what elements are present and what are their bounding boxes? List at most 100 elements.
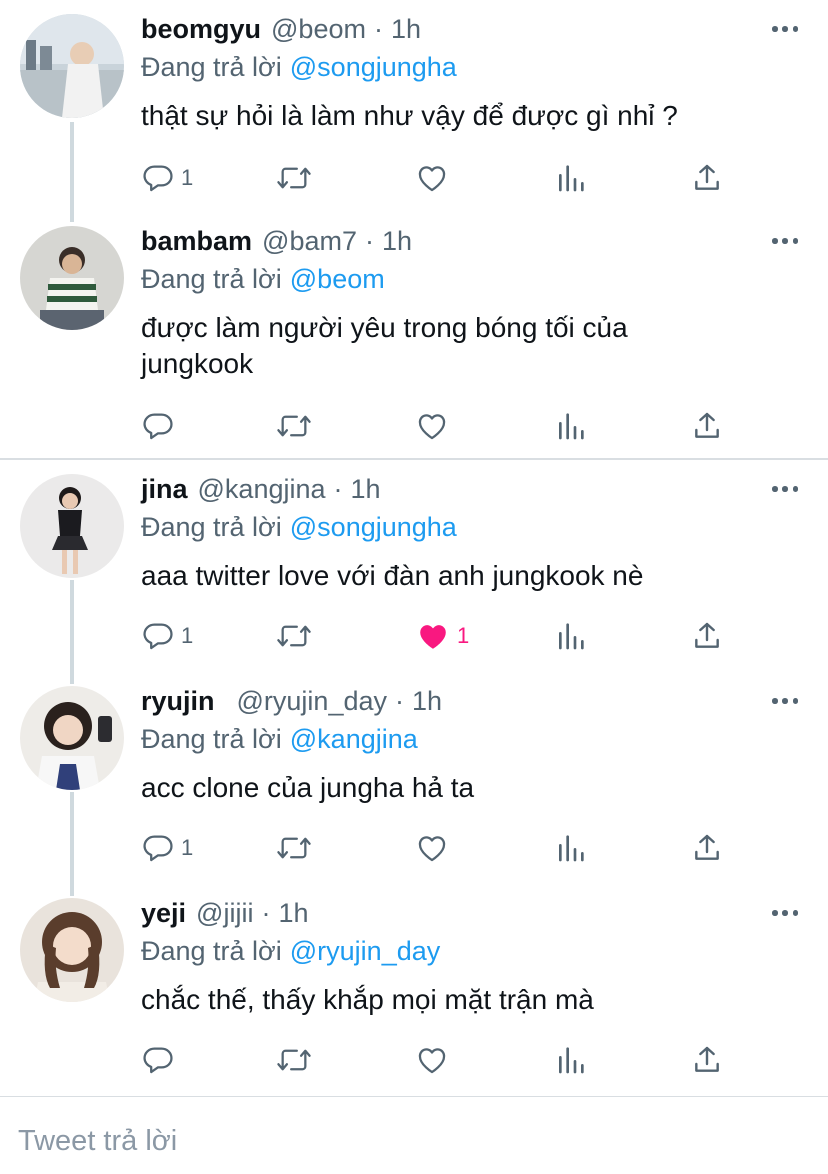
mention-link[interactable]: @beom [290, 264, 385, 294]
like-icon [420, 625, 446, 649]
analytics-button[interactable] [555, 828, 587, 868]
like-button[interactable] [415, 158, 449, 198]
action-bar: 1 1 [141, 616, 741, 656]
mention-link[interactable]: @songjungha [290, 512, 457, 542]
author-name[interactable]: yeji [141, 898, 186, 929]
retweet-button[interactable] [275, 1040, 313, 1080]
replying-to-label: Đang trả lời [141, 936, 282, 966]
share-button[interactable] [691, 158, 723, 198]
retweet-button[interactable] [275, 406, 313, 446]
tweet[interactable]: bambam @bam7 · 1h Đang trả lời @beom được… [0, 226, 828, 450]
replying-to-label: Đang trả lời [141, 512, 282, 542]
share-button[interactable] [691, 828, 723, 868]
avatar-image [20, 898, 124, 1002]
analytics-button[interactable] [555, 158, 587, 198]
separator-dot: · [333, 474, 343, 504]
analytics-button[interactable] [555, 406, 587, 446]
like-icon [418, 1048, 446, 1074]
action-bar: 1 [141, 828, 741, 868]
author-name[interactable]: beomgyu [141, 14, 261, 45]
avatar[interactable] [20, 898, 124, 1002]
retweet-icon [277, 1049, 311, 1071]
tweet[interactable]: ryujin @ryujin_day · 1h Đang trả lời @kan… [0, 686, 828, 882]
share-button[interactable] [691, 1040, 723, 1080]
retweet-button[interactable] [275, 616, 313, 656]
avatar[interactable] [20, 14, 124, 118]
author-handle[interactable]: @kangjina [198, 474, 326, 505]
tweet-header: yeji @jijii · 1h [141, 898, 309, 934]
tweet[interactable]: jina @kangjina · 1h Đang trả lời @songjun… [0, 474, 828, 670]
more-icon[interactable] [772, 24, 798, 34]
author-name[interactable]: ryujin [141, 686, 215, 717]
like-button[interactable]: 1 [415, 616, 469, 656]
reply-count: 1 [181, 165, 194, 190]
reply-icon [143, 165, 173, 192]
replying-to: Đang trả lời @songjungha [141, 512, 457, 543]
like-button[interactable] [415, 828, 449, 868]
tweet[interactable]: beomgyu @beom · 1h Đang trả lời @songjung… [0, 14, 828, 214]
timestamp[interactable]: 1h [412, 686, 442, 717]
reply-button[interactable]: 1 [141, 616, 193, 656]
analytics-icon [559, 165, 584, 192]
like-button[interactable] [415, 406, 449, 446]
share-button[interactable] [691, 406, 723, 446]
avatar[interactable] [20, 686, 124, 790]
reply-input[interactable]: Tweet trả lời [18, 1125, 177, 1158]
separator-dot: · [373, 14, 383, 44]
reply-count: 1 [181, 835, 194, 860]
mention-link[interactable]: @kangjina [290, 724, 418, 754]
timestamp[interactable]: 1h [278, 898, 308, 929]
avatar-image [20, 686, 124, 790]
reply-icon [143, 413, 173, 440]
replying-to: Đang trả lời @kangjina [141, 724, 418, 755]
retweet-icon [277, 625, 311, 647]
tweet-text: acc clone của jungha hả ta [141, 772, 475, 803]
more-icon[interactable] [772, 908, 798, 918]
retweet-icon [277, 837, 311, 859]
author-handle[interactable]: @bam7 [262, 226, 357, 257]
analytics-icon [559, 413, 584, 440]
mention-link[interactable]: @ryujin_day [290, 936, 440, 966]
mention-link[interactable]: @songjungha [290, 52, 457, 82]
retweet-button[interactable] [275, 828, 313, 868]
tweet-header: ryujin @ryujin_day · 1h [141, 686, 442, 722]
author-handle[interactable]: @ryujin_day [237, 686, 387, 717]
separator-dot: · [395, 686, 404, 716]
share-icon [695, 622, 719, 648]
avatar[interactable] [20, 226, 124, 330]
more-icon[interactable] [772, 484, 798, 494]
share-icon [695, 1046, 719, 1072]
like-icon [418, 836, 446, 862]
tweet-text: chắc thế, thấy khắp mọi mặt trận mà [141, 984, 594, 1015]
like-button[interactable] [415, 1040, 449, 1080]
analytics-button[interactable] [555, 616, 587, 656]
more-icon[interactable] [772, 236, 798, 246]
avatar[interactable] [20, 474, 124, 578]
tweet-text: aaa twitter love với đàn anh jungkook nè [141, 560, 644, 591]
timestamp[interactable]: 1h [382, 226, 412, 257]
reply-composer[interactable]: Tweet trả lời [0, 1096, 828, 1174]
timestamp[interactable]: 1h [391, 14, 421, 45]
retweet-icon [277, 415, 311, 437]
reply-button[interactable]: 1 [141, 828, 193, 868]
tweet-header: beomgyu @beom · 1h [141, 14, 421, 50]
separator-dot: · [365, 226, 374, 256]
timestamp[interactable]: 1h [351, 474, 381, 505]
reply-button[interactable]: 1 [141, 158, 193, 198]
more-icon[interactable] [772, 696, 798, 706]
author-handle[interactable]: @jijii [196, 898, 253, 929]
reply-button[interactable] [141, 406, 181, 446]
reply-button[interactable] [141, 1040, 181, 1080]
author-handle[interactable]: @beom [271, 14, 366, 45]
avatar-image [20, 474, 124, 578]
author-name[interactable]: jina [141, 474, 188, 505]
share-button[interactable] [691, 616, 723, 656]
analytics-button[interactable] [555, 1040, 587, 1080]
tweet[interactable]: yeji @jijii · 1h Đang trả lời @ryujin_day… [0, 898, 828, 1094]
reply-icon [143, 835, 173, 862]
tweet-text: được làm người yêu trong bóng tối của ju… [141, 312, 628, 379]
action-bar: 1 [141, 158, 741, 198]
share-icon [695, 412, 719, 438]
retweet-button[interactable] [275, 158, 313, 198]
author-name[interactable]: bambam [141, 226, 252, 257]
